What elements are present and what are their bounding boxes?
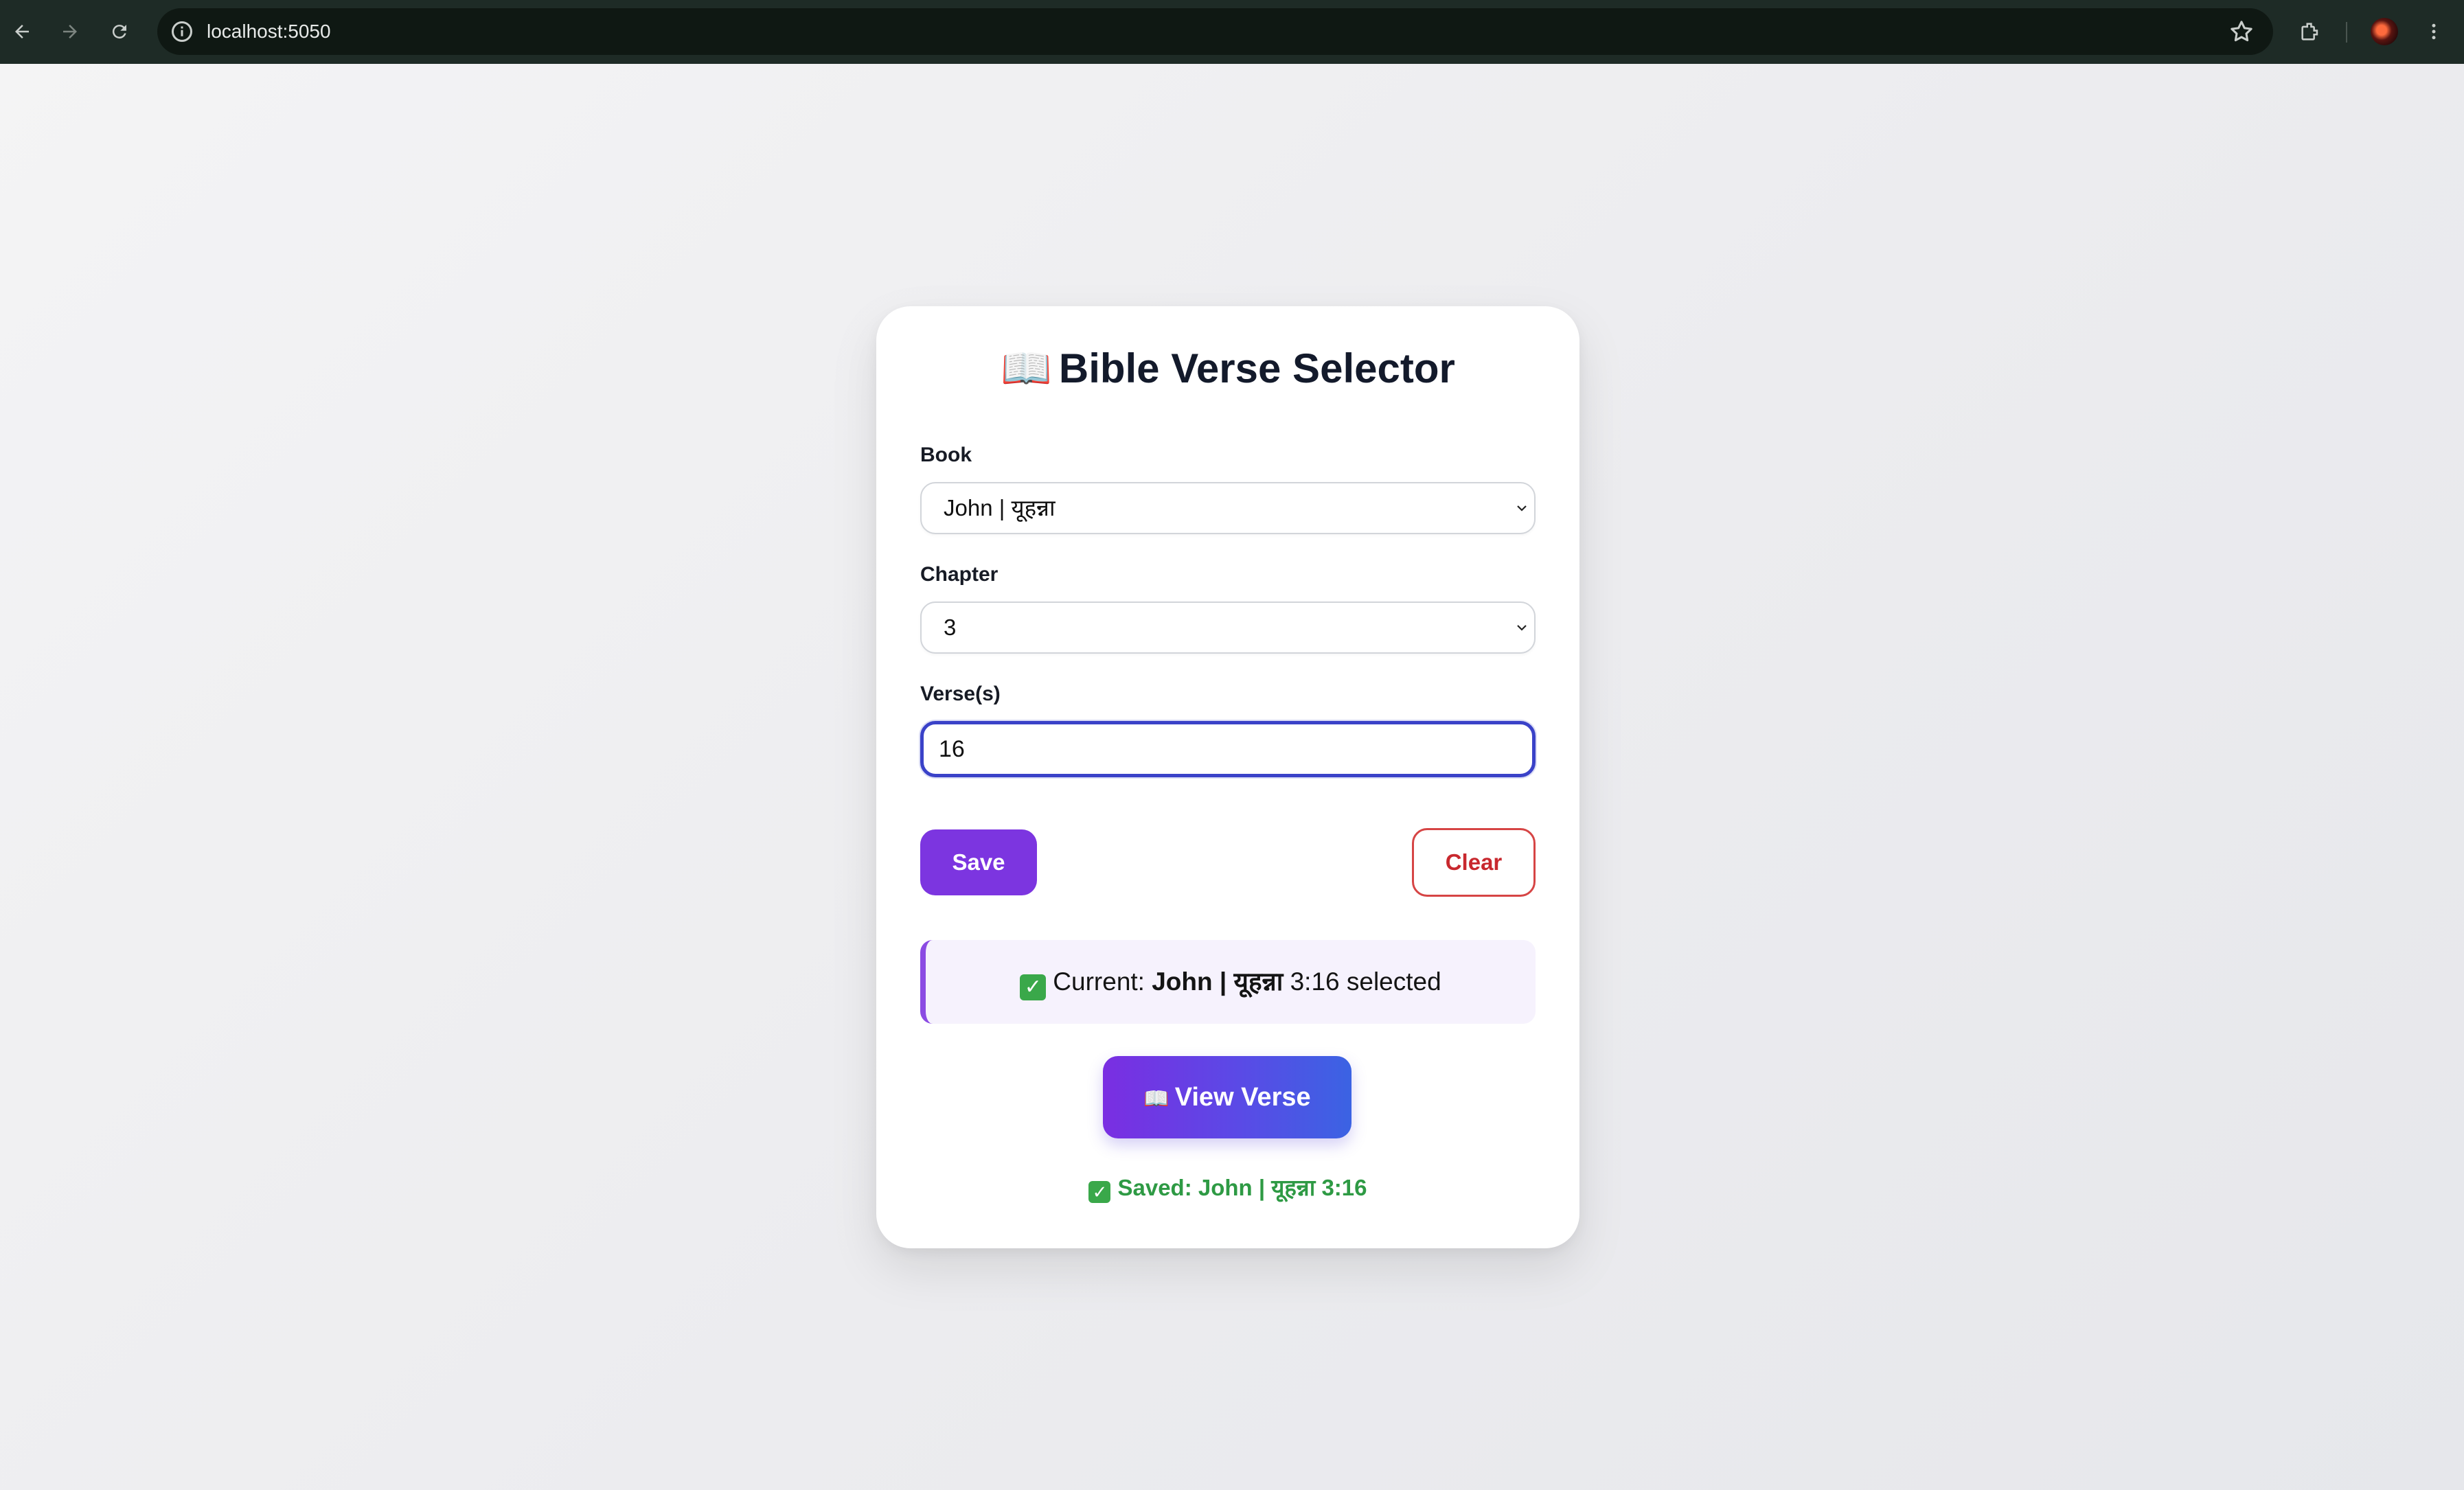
address-bar[interactable]: localhost:5050 (157, 8, 2273, 55)
clear-button[interactable]: Clear (1412, 828, 1536, 897)
verse-label: Verse(s) (920, 683, 1001, 705)
view-verse-button[interactable]: 📖 View Verse (1103, 1056, 1351, 1138)
profile-avatar[interactable] (2366, 14, 2402, 49)
book-label: Book (920, 444, 972, 466)
chapter-label: Chapter (920, 563, 999, 586)
open-book-icon: 📖 (1001, 345, 1052, 391)
chapter-select[interactable]: 3 (920, 601, 1536, 654)
verse-selector-card: 📖 Bible Verse Selector Book John | यूहन्न… (876, 306, 1579, 1248)
chevron-down-icon (1517, 625, 1527, 631)
site-info-icon[interactable] (170, 19, 194, 44)
current-selection-banner: ✓ Current: John | यूहन्ना 3:16 selected (920, 940, 1536, 1024)
view-verse-label: View Verse (1174, 1083, 1311, 1112)
check-mark-icon: ✓ (1088, 1181, 1111, 1203)
menu-kebab-icon[interactable] (2416, 14, 2452, 49)
current-prefix: Current: (1053, 967, 1145, 996)
save-button[interactable]: Save (920, 829, 1037, 895)
book-select[interactable]: John | यूहन्ना (920, 482, 1536, 534)
bookmark-star-icon[interactable] (2228, 18, 2255, 45)
current-book: John | यूहन्ना (1152, 967, 1284, 996)
toolbar-divider (2346, 22, 2347, 43)
back-icon[interactable] (4, 14, 40, 49)
reload-icon[interactable] (102, 14, 137, 49)
chapter-select-value: 3 (944, 615, 957, 640)
check-mark-icon: ✓ (1020, 974, 1047, 1000)
current-reference: 3:16 selected (1290, 967, 1441, 996)
verse-input-value[interactable]: 16 (939, 724, 965, 774)
browser-toolbar: localhost:5050 (0, 0, 2464, 64)
forward-icon[interactable] (52, 14, 88, 49)
page-title: 📖 Bible Verse Selector (876, 344, 1579, 393)
verse-input[interactable]: 16 (920, 721, 1536, 777)
extensions-icon[interactable] (2292, 14, 2328, 49)
page-title-text: Bible Verse Selector (1058, 345, 1455, 391)
saved-status-message: ✓ Saved: John | यूहन्ना 3:16 (876, 1171, 1579, 1203)
chevron-down-icon (1517, 505, 1527, 512)
url-text[interactable]: localhost:5050 (207, 8, 331, 55)
book-select-value: John | यूहन्ना (944, 495, 1056, 520)
open-book-icon: 📖 (1143, 1088, 1170, 1110)
saved-status-text: Saved: John | यूहन्ना 3:16 (1117, 1175, 1367, 1200)
